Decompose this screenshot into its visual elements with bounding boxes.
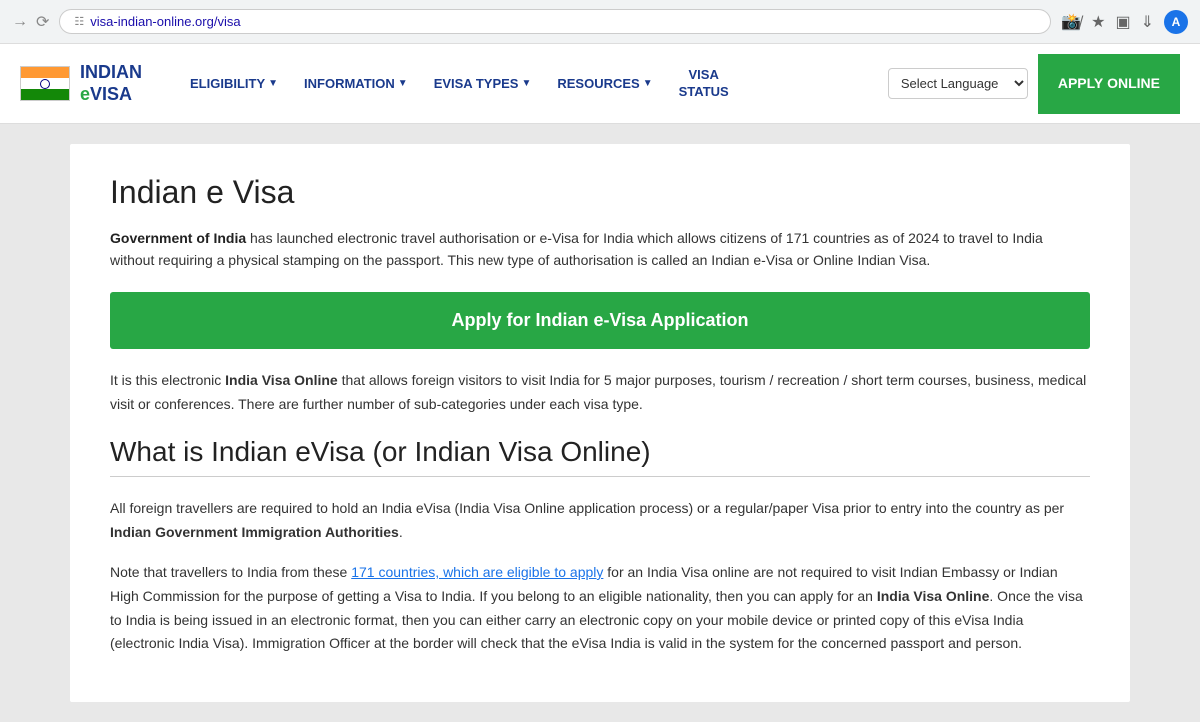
section-para1-prefix: All foreign travellers are required to h… — [110, 500, 1064, 516]
section-paragraph-2: Note that travellers to India from these… — [110, 561, 1090, 656]
profile-icon[interactable]: A — [1164, 10, 1188, 34]
resources-arrow: ▼ — [643, 78, 653, 89]
apply-cta-button[interactable]: Apply for Indian e-Visa Application — [110, 292, 1090, 349]
back-icon[interactable]: → — [12, 13, 28, 31]
flag-stripe-green — [21, 89, 69, 100]
language-select[interactable]: Select Language — [888, 68, 1028, 99]
favicon-icon: ☷ — [74, 15, 84, 28]
section-divider — [110, 476, 1090, 477]
body1-bold: India Visa Online — [225, 372, 338, 388]
nav-eligibility[interactable]: ELIGIBILITY ▼ — [180, 68, 288, 99]
intro-bold: Government of India — [110, 230, 246, 246]
india-flag — [20, 66, 70, 101]
main-title: Indian e Visa — [110, 174, 1090, 211]
header-right: Select Language APPLY ONLINE — [888, 54, 1180, 114]
main-nav: ELIGIBILITY ▼ INFORMATION ▼ eVISA TYPES … — [180, 59, 868, 109]
eligible-countries-link[interactable]: 171 countries, which are eligible to app… — [351, 564, 603, 580]
logo-evisa: eVISA — [80, 84, 142, 106]
eligibility-arrow: ▼ — [268, 78, 278, 89]
nav-resources[interactable]: RESOURCES ▼ — [547, 68, 662, 99]
url-text: visa-indian-online.org/visa — [90, 14, 240, 29]
browser-chrome: → ⟳ ☷ visa-indian-online.org/visa 📸̸ ★ ▣… — [0, 0, 1200, 44]
information-arrow: ▼ — [398, 78, 408, 89]
page-background: Indian e Visa Government of India has la… — [0, 124, 1200, 722]
logo-text: INDIAN eVISA — [80, 62, 142, 105]
nav-evisa-types[interactable]: eVISA TYPES ▼ — [424, 68, 542, 99]
section-para2-bold: India Visa Online — [877, 588, 990, 604]
nav-information[interactable]: INFORMATION ▼ — [294, 68, 418, 99]
logo-area[interactable]: INDIAN eVISA — [20, 62, 160, 105]
content-card: Indian e Visa Government of India has la… — [70, 144, 1130, 702]
ashoka-wheel — [40, 79, 50, 89]
flag-stripe-white — [21, 78, 69, 89]
camera-off-icon[interactable]: 📸̸ — [1061, 12, 1081, 32]
body1-prefix: It is this electronic — [110, 372, 225, 388]
logo-visa: VISA — [90, 84, 132, 104]
section-paragraph-1: All foreign travellers are required to h… — [110, 497, 1090, 545]
section-para2-prefix: Note that travellers to India from these — [110, 564, 351, 580]
flag-stripe-orange — [21, 67, 69, 78]
intro-text: has launched electronic travel authorisa… — [110, 230, 1043, 268]
site-header: INDIAN eVISA ELIGIBILITY ▼ INFORMATION ▼… — [0, 44, 1200, 124]
download-icon[interactable]: ⇓ — [1141, 12, 1154, 32]
intro-paragraph: Government of India has launched electro… — [110, 227, 1090, 272]
section-para1-bold: Indian Government Immigration Authoritie… — [110, 524, 399, 540]
browser-actions: 📸̸ ★ ▣ ⇓ A — [1061, 10, 1188, 34]
section-para1-suffix: . — [399, 524, 403, 540]
bookmark-icon[interactable]: ★ — [1091, 12, 1105, 32]
logo-indian: INDIAN — [80, 62, 142, 84]
extension-icon[interactable]: ▣ — [1115, 12, 1130, 32]
address-bar[interactable]: ☷ visa-indian-online.org/visa — [59, 9, 1051, 34]
evisa-types-arrow: ▼ — [521, 78, 531, 89]
refresh-icon[interactable]: ⟳ — [36, 12, 49, 32]
body-paragraph-1: It is this electronic India Visa Online … — [110, 369, 1090, 417]
section-title: What is Indian eVisa (or Indian Visa Onl… — [110, 436, 1090, 468]
logo-e: e — [80, 84, 90, 104]
browser-nav-icons: → ⟳ — [12, 12, 49, 32]
apply-online-button[interactable]: APPLY ONLINE — [1038, 54, 1180, 114]
nav-visa-status[interactable]: VISASTATUS — [669, 59, 739, 109]
